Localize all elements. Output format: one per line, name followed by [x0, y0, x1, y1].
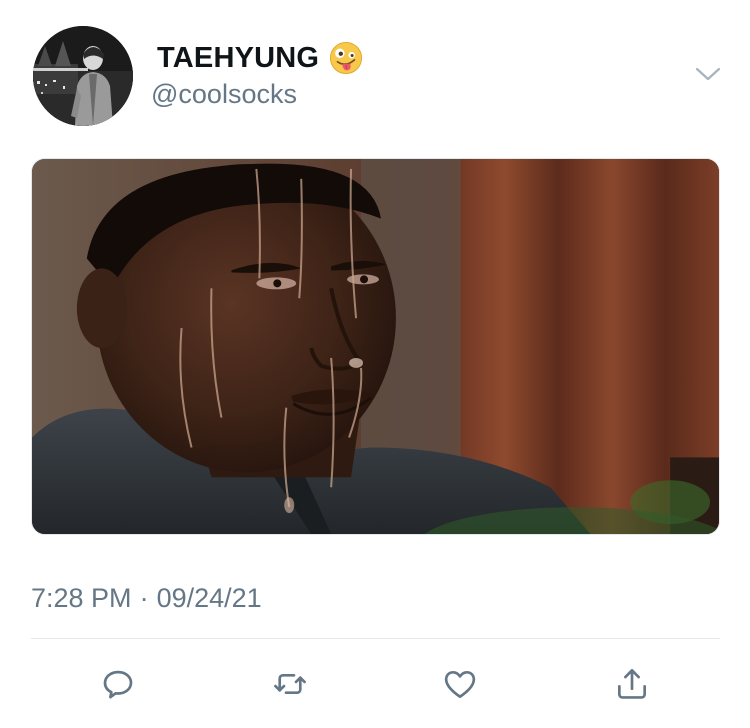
display-name[interactable]: TAEHYUNG: [157, 42, 319, 75]
chevron-down-icon[interactable]: [694, 62, 722, 86]
avatar-photo: [33, 26, 133, 126]
like-button[interactable]: [438, 660, 482, 708]
timestamp-date: 09/24/21: [156, 583, 262, 613]
author-handle[interactable]: @coolsocks: [151, 79, 297, 110]
share-upload-icon: [617, 669, 647, 699]
tweet-media-image[interactable]: [31, 158, 720, 535]
divider: [31, 638, 720, 639]
reply-button[interactable]: [96, 660, 140, 708]
avatar[interactable]: [33, 26, 133, 126]
retweet-button[interactable]: [268, 660, 312, 708]
speech-bubble-icon: [103, 670, 133, 699]
timestamp-separator: ·: [139, 583, 149, 613]
sweating-man-photo: [32, 159, 719, 534]
timestamp-time: 7:28 PM: [31, 583, 132, 613]
share-button[interactable]: [610, 660, 654, 708]
heart-icon: [444, 670, 476, 699]
tweet-timestamp[interactable]: 7:28 PM · 09/24/21: [31, 583, 262, 614]
zany-face-emoji-icon: [329, 41, 363, 75]
tweet-action-bar: [0, 660, 750, 710]
author-name-row: TAEHYUNG: [157, 38, 363, 78]
retweet-arrows-icon: [274, 673, 306, 695]
